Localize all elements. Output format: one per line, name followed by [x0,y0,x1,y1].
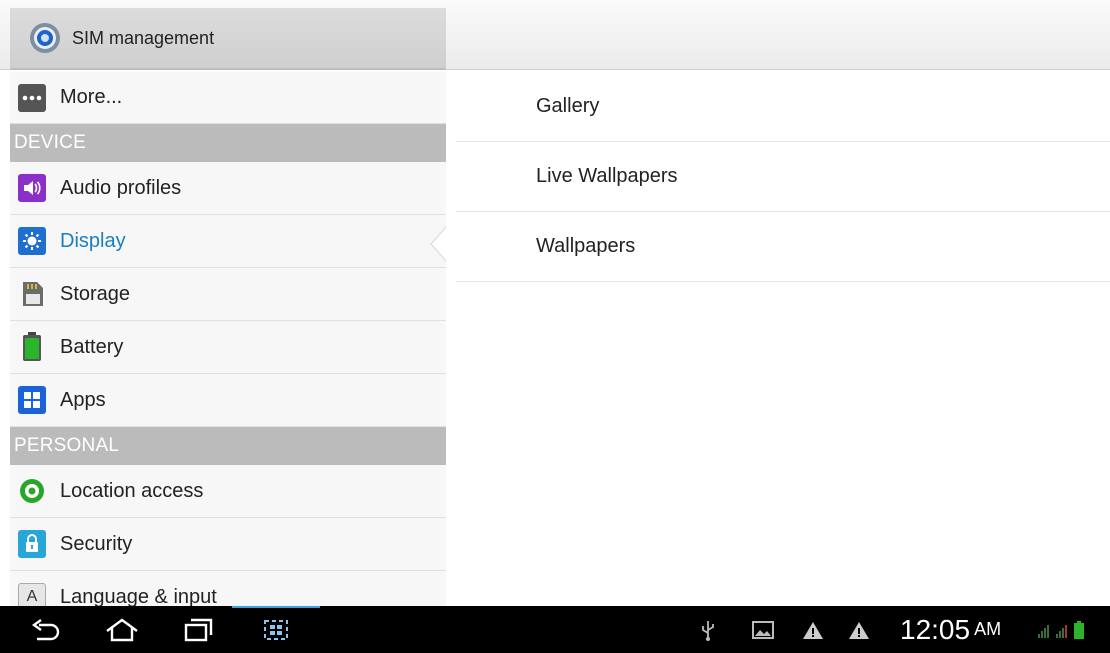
wallpaper-source-gallery[interactable]: Gallery [456,72,1110,142]
lock-icon [18,530,46,558]
sidebar-item-label: Location access [60,479,204,502]
sidebar-item-security[interactable]: Security [10,518,446,571]
warning-notification-1 [802,606,824,653]
back-icon [31,619,60,641]
speaker-icon [18,174,46,202]
recent-apps-icon [184,618,213,642]
top-bar: SIM management [0,0,1110,70]
screenshot-button[interactable] [258,616,294,644]
sidebar-item-label: Display [60,229,126,252]
sidebar-item-location-access[interactable]: Location access [10,465,446,518]
recent-apps-button[interactable] [180,616,216,644]
selection-notch [432,228,446,260]
picture-icon [752,620,774,639]
sidebar-item-label: Apps [60,388,106,411]
warning-icon [849,621,869,639]
sidebar-item-display[interactable]: Display [10,215,446,268]
home-button[interactable] [104,616,140,644]
sim-management-label: SIM management [72,27,215,48]
display-icon [18,227,46,255]
home-icon [106,618,138,642]
sd-card-icon [18,280,46,308]
sidebar-item-audio-profiles[interactable]: Audio profiles [10,162,446,215]
usb-status [700,606,716,653]
clock: 12:05 AM [900,606,1001,653]
warning-icon [803,621,823,639]
system-bar: 12:05 AM [0,606,1110,653]
keyboard-a-icon: A [18,583,46,606]
screenshot-icon [264,620,288,640]
sidebar-item-language-input[interactable]: A Language & input [10,571,446,606]
more-dots-icon [18,83,46,112]
personal-header: PERSONAL [10,427,446,465]
back-button[interactable] [28,616,64,644]
signal-icon [1038,620,1084,639]
display-detail-panel: Gallery Live Wallpapers Wallpapers [446,72,1110,606]
apps-grid-icon [18,386,46,414]
sidebar-item-label: Security [60,532,133,555]
sidebar-item-label: Audio profiles [60,176,182,199]
sidebar-item-battery[interactable]: Battery [10,321,446,374]
clock-ampm: AM [974,619,1002,639]
sim-management-item[interactable]: SIM management [10,8,446,70]
settings-list: More... DEVICE Audio profiles Display St… [10,72,446,606]
sidebar-item-label: Battery [60,335,124,358]
clock-time: 12:05 [900,613,971,645]
image-notification [752,606,774,653]
location-icon [18,477,46,505]
device-header: DEVICE [10,124,446,162]
wallpaper-source-live-wallpapers[interactable]: Live Wallpapers [456,142,1110,212]
sidebar-item-label: Storage [60,282,131,305]
usb-icon [702,620,714,641]
sidebar-item-label: Language & input [60,585,217,607]
wallpaper-source-wallpapers[interactable]: Wallpapers [456,212,1110,282]
sidebar-item-storage[interactable]: Storage [10,268,446,321]
more-label: More... [60,86,123,108]
recent-indicator-line [232,606,320,608]
warning-notification-2 [848,606,870,653]
sidebar-item-apps[interactable]: Apps [10,374,446,427]
settings-gear-icon [28,21,62,55]
more-item[interactable]: More... [10,72,446,124]
battery-icon [18,332,46,361]
signal-status [1036,606,1090,653]
